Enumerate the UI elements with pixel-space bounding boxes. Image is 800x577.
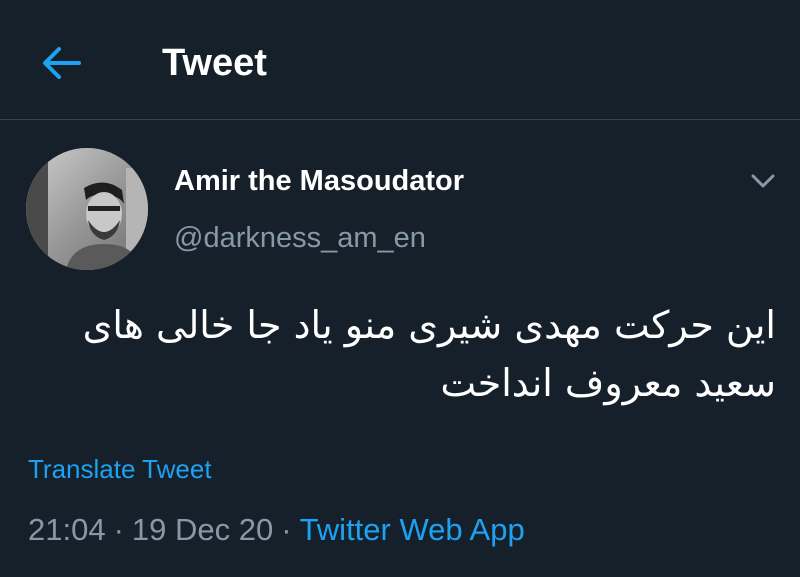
back-button[interactable] [36, 38, 86, 88]
chevron-down-icon [751, 174, 775, 188]
page-title: Tweet [162, 42, 267, 84]
separator-dot: · [113, 512, 124, 547]
separator-dot: · [281, 512, 292, 547]
translate-tweet-link[interactable]: Translate Tweet [28, 452, 212, 486]
tweet-page: Tweet Amir the Masoudator @darkness_am_e… [0, 0, 800, 577]
arrow-left-icon [43, 47, 81, 79]
tweet-source-link[interactable]: Twitter Web App [300, 512, 525, 547]
tweet-time: 21:04 [28, 512, 106, 547]
tweet-date: 19 Dec 20 [131, 512, 274, 547]
author-handle[interactable]: @darkness_am_en [174, 220, 426, 256]
tweet-metadata: 21:04 · 19 Dec 20 · Twitter Web App [28, 510, 525, 550]
author-display-name[interactable]: Amir the Masoudator [174, 163, 464, 199]
top-bar: Tweet [0, 0, 800, 120]
user-avatar [26, 148, 148, 270]
tweet-text: این حرکت مهدی شیری منو یاد جا خالی های س… [82, 303, 776, 405]
tweet-menu-button[interactable] [746, 168, 780, 194]
avatar[interactable] [26, 148, 148, 270]
